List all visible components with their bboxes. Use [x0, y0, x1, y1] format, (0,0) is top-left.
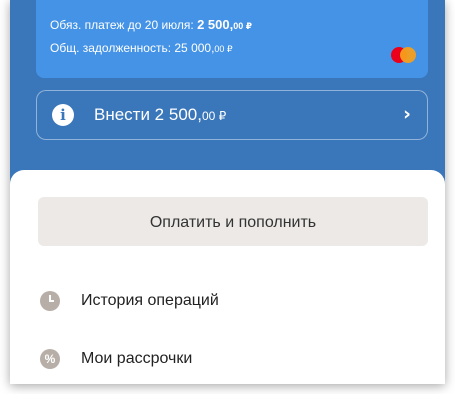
- chevron-right-icon: ›: [403, 103, 411, 125]
- app-screen: Обяз. платеж до 20 июля: 2 500,00 ₽ Общ.…: [10, 0, 445, 384]
- pay-amount-label: Внести 2 500,00 ₽: [94, 105, 226, 125]
- mandatory-payment-amount-cents: 00 ₽: [233, 21, 253, 31]
- mandatory-payment-amount: 2 500,00 ₽: [197, 17, 252, 32]
- total-debt-text: Общ. задолженность: 25 000,00 ₽: [50, 41, 233, 55]
- mandatory-payment-label: Обяз. платеж до 20 июля:: [50, 18, 198, 32]
- menu-item-installments-label: Мои рассрочки: [81, 350, 193, 367]
- menu-item-history-label: История операций: [81, 292, 219, 309]
- percent-icon: %: [40, 349, 60, 369]
- mastercard-logo-icon: [388, 45, 420, 65]
- card-info-panel[interactable]: Обяз. платеж до 20 июля: 2 500,00 ₽ Общ.…: [36, 0, 428, 78]
- clock-icon: [40, 291, 60, 311]
- pay-and-topup-button[interactable]: Оплатить и пополнить: [38, 197, 428, 246]
- pay-amount-cents: 00 ₽: [201, 109, 227, 123]
- total-debt-label: Общ. задолженность: 25 000,: [50, 41, 215, 55]
- mandatory-payment-amount-main: 2 500,: [197, 17, 234, 32]
- mandatory-payment-text: Обяз. платеж до 20 июля: 2 500,00 ₽: [50, 17, 252, 32]
- bottom-sheet: Оплатить и пополнить История операций % …: [10, 170, 445, 384]
- total-debt-cents: 00 ₽: [214, 44, 233, 54]
- pay-amount-row[interactable]: i Внести 2 500,00 ₽ ›: [36, 90, 428, 140]
- info-icon: i: [52, 104, 74, 126]
- pay-amount-main: Внести 2 500,: [94, 105, 202, 124]
